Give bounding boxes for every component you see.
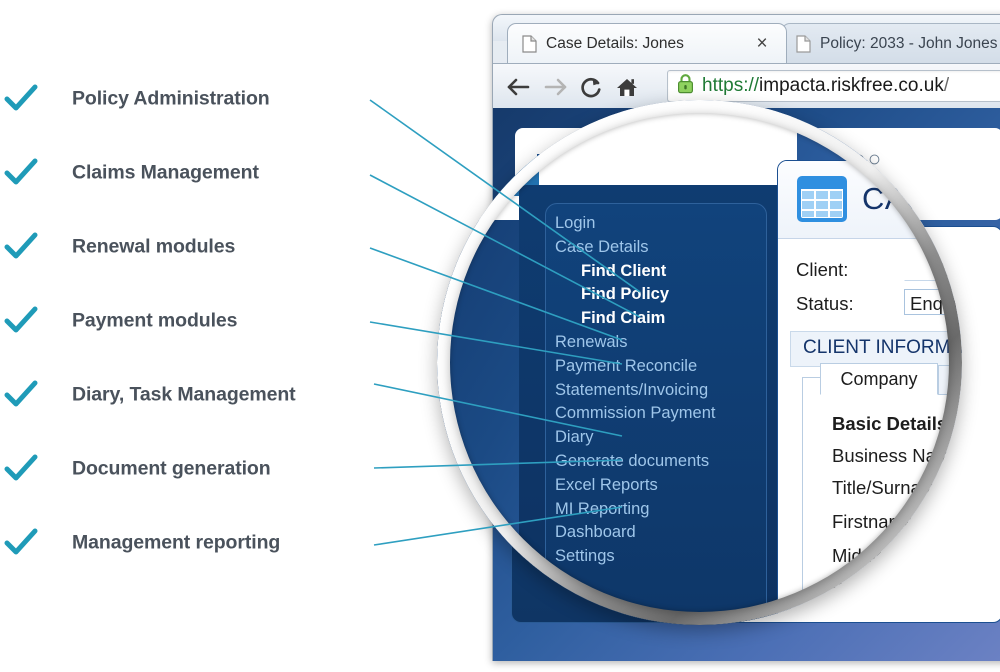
page-icon: [796, 34, 811, 53]
sidebar-item-case-details[interactable]: Case Details: [555, 236, 785, 260]
list-item: Claims Management: [0, 136, 400, 210]
sidebar-item-excel-reports[interactable]: Excel Reports: [555, 474, 785, 498]
check-icon: [4, 378, 38, 412]
page-icon: [522, 34, 537, 53]
field-label-firstname: Firstname:: [832, 511, 920, 532]
app-panel-title: CASE DETAILS: [862, 181, 962, 216]
list-item: Management reporting: [0, 506, 400, 580]
list-item: Payment modules: [0, 284, 400, 358]
check-icon: [4, 452, 38, 486]
tab-title: Case Details: Jones: [546, 34, 684, 52]
check-icon: [4, 526, 38, 560]
field-value-status: Enquiry: [910, 293, 962, 314]
client-field-box[interactable]: [904, 255, 962, 281]
url-text: https://impacta.riskfree.co.uk/: [702, 75, 949, 97]
field-label-title-surname: Title/Surname:: [832, 477, 952, 498]
url-scheme: https://: [702, 75, 760, 96]
magnified-nav-menu: Login Case Details Find Client Find Poli…: [555, 212, 785, 569]
field-label-client: Client:: [796, 259, 849, 280]
list-item: Policy Administration: [0, 62, 400, 136]
feature-label: Document generation: [72, 457, 271, 480]
sidebar-item-statements-invoicing[interactable]: Statements/Invoicing: [555, 379, 785, 403]
feature-label: Renewal modules: [72, 235, 236, 258]
sidebar-item-find-client[interactable]: Find Client: [555, 260, 785, 284]
lock-icon: [676, 73, 695, 100]
feature-label: Diary, Task Management: [72, 383, 296, 406]
field-label-status: Status:: [796, 293, 854, 314]
magnified-content: ○○ Login Case Details Find Client Find P…: [437, 100, 962, 625]
feature-label: Policy Administration: [72, 87, 270, 110]
check-icon: [4, 304, 38, 338]
magnifier-lens: ○○ Login Case Details Find Client Find P…: [437, 100, 962, 625]
tab-policy[interactable]: Policy: 2033 - John Jones: [781, 23, 1000, 63]
list-item: Document generation: [0, 432, 400, 506]
sidebar-item-dashboard[interactable]: Dashboard: [555, 521, 785, 545]
magnified-app-panel: CASE DETAILS Client: 1075 Status: Enquir…: [777, 160, 962, 625]
check-icon: [4, 156, 38, 190]
header-dots: ○○: [577, 100, 621, 109]
close-icon[interactable]: ×: [754, 34, 770, 53]
section-header-client-information: CLIENT INFORMATION: [790, 331, 962, 367]
url-host: impacta.riskfree.co.uk: [759, 75, 944, 96]
page-stage: Policy Administration Claims Management …: [0, 0, 1000, 672]
sidebar-item-mi-reporting[interactable]: MI Reporting: [555, 498, 785, 522]
app-panel-header: CASE DETAILS: [778, 161, 962, 239]
tab-strip: Case Details: Jones × Policy: 2033 - Joh…: [493, 23, 1000, 63]
tab-company[interactable]: Company: [820, 363, 938, 395]
feature-label: Payment modules: [72, 309, 238, 332]
check-icon: [4, 82, 38, 116]
grid-icon: [796, 175, 848, 223]
feature-list: Policy Administration Claims Management …: [0, 62, 400, 580]
tab-case-details[interactable]: Case Details: Jones ×: [507, 23, 787, 63]
section-header-label: CLIENT INFORMATION: [803, 337, 962, 358]
field-label-firstname-2: Firstname:: [832, 579, 920, 600]
sidebar-item-generate-documents[interactable]: Generate documents: [555, 450, 785, 474]
url-path: /: [943, 75, 950, 96]
tab-extra-c[interactable]: Extra C: [938, 365, 962, 395]
sidebar-item-login[interactable]: Login: [555, 212, 785, 236]
sidebar-item-commission-payment[interactable]: Commission Payment: [555, 402, 785, 426]
tab-title: Policy: 2033 - John Jones: [820, 34, 998, 52]
feature-label: Management reporting: [72, 531, 281, 554]
field-label-business-name: Business Name:: [832, 445, 962, 466]
sidebar-item-settings[interactable]: Settings: [555, 545, 785, 569]
sidebar-item-renewals[interactable]: Renewals: [555, 331, 785, 355]
address-bar[interactable]: https://impacta.riskfree.co.uk/: [667, 70, 1000, 102]
sidebar-item-find-policy[interactable]: Find Policy: [555, 283, 785, 307]
field-label-middle-name: Middle name:: [832, 545, 944, 566]
list-item: Diary, Task Management: [0, 358, 400, 432]
sidebar-item-diary[interactable]: Diary: [555, 426, 785, 450]
list-item: Renewal modules: [0, 210, 400, 284]
sidebar-item-find-claim[interactable]: Find Claim: [555, 307, 785, 331]
basic-details-heading: Basic Details:: [832, 413, 954, 434]
magnified-page: ○○ Login Case Details Find Client Find P…: [437, 100, 962, 625]
feature-label: Claims Management: [72, 161, 259, 184]
check-icon: [4, 230, 38, 264]
sidebar-item-payment-reconcile[interactable]: Payment Reconcile: [555, 355, 785, 379]
